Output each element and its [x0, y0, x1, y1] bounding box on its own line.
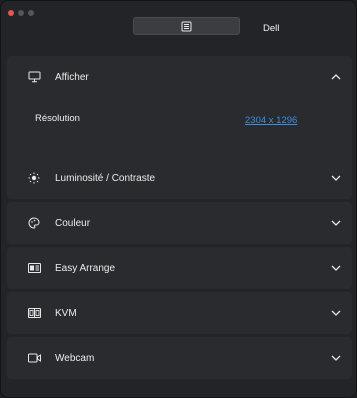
- layout-icon: [25, 259, 43, 277]
- section-kvm-header[interactable]: KVM: [7, 292, 352, 334]
- palette-icon: [25, 214, 43, 232]
- menu-tab-button[interactable]: [133, 17, 240, 35]
- chevron-down-icon[interactable]: [330, 262, 342, 274]
- close-window-button[interactable]: [8, 10, 14, 16]
- kvm-icon: [25, 304, 43, 322]
- title-bar: Dell: [1, 1, 356, 45]
- section-color: Couleur: [7, 202, 352, 244]
- section-webcam: Webcam: [7, 337, 352, 379]
- section-display-header[interactable]: Afficher: [7, 56, 352, 98]
- section-easy-arrange-label: Easy Arrange: [55, 262, 116, 274]
- chevron-up-icon[interactable]: [330, 71, 342, 83]
- section-color-label: Couleur: [55, 217, 91, 229]
- section-kvm-label: KVM: [55, 307, 77, 319]
- chevron-down-icon[interactable]: [330, 172, 342, 184]
- chevron-down-icon[interactable]: [330, 217, 342, 229]
- window-controls: [8, 10, 34, 16]
- section-webcam-header[interactable]: Webcam: [7, 337, 352, 379]
- section-kvm: KVM: [7, 292, 352, 334]
- chevron-down-icon[interactable]: [330, 352, 342, 364]
- section-brightness: Luminosité / Contraste: [7, 157, 352, 199]
- camera-icon: [25, 349, 43, 367]
- device-name[interactable]: Dell: [263, 23, 279, 34]
- section-display-label: Afficher: [55, 71, 89, 83]
- chevron-down-icon[interactable]: [330, 307, 342, 319]
- section-brightness-label: Luminosité / Contraste: [55, 172, 156, 184]
- document-list-icon: [181, 21, 192, 31]
- resolution-label: Résolution: [35, 113, 80, 124]
- zoom-window-button[interactable]: [28, 10, 34, 16]
- section-webcam-label: Webcam: [55, 352, 95, 364]
- minimize-window-button[interactable]: [18, 10, 24, 16]
- resolution-link[interactable]: 2304 x 1296: [245, 115, 297, 126]
- section-easy-arrange: Easy Arrange: [7, 247, 352, 289]
- app-window: Dell Afficher Résolution 2304 x 1296 Lum…: [0, 0, 357, 398]
- monitor-icon: [25, 68, 43, 86]
- sun-icon: [25, 169, 43, 187]
- section-easy-arrange-header[interactable]: Easy Arrange: [7, 247, 352, 289]
- section-brightness-header[interactable]: Luminosité / Contraste: [7, 157, 352, 199]
- section-color-header[interactable]: Couleur: [7, 202, 352, 244]
